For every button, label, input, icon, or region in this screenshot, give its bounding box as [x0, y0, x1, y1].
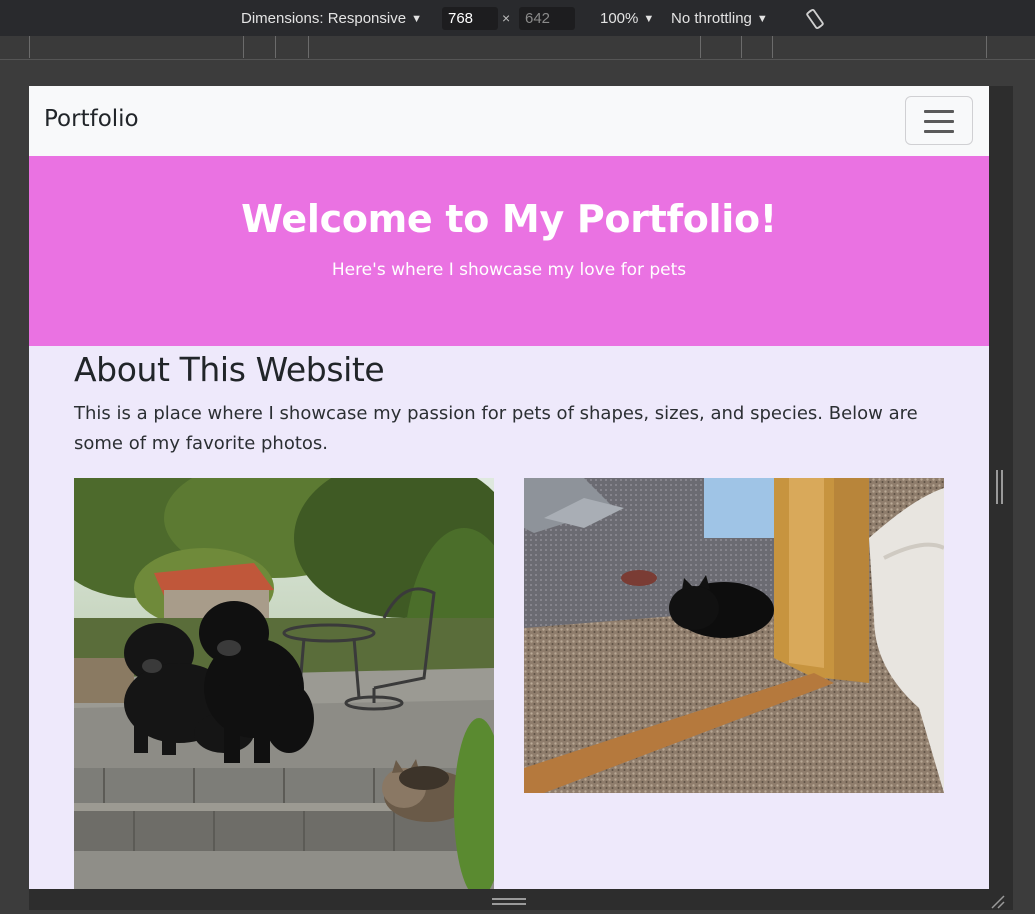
- width-input[interactable]: 768: [442, 7, 498, 30]
- right-resize-handle[interactable]: [996, 470, 1004, 504]
- device-toolbar: Dimensions: Responsive ▼ 768 × 642 100% ▼ …: [0, 0, 1035, 36]
- media-query-ruler[interactable]: [0, 36, 1035, 60]
- throttling-caret-icon: ▼: [756, 13, 768, 25]
- cat-carpet-photo: [524, 478, 944, 793]
- zoom-label: 100%: [600, 10, 639, 27]
- bottom-resize-handle[interactable]: [492, 898, 526, 906]
- about-heading: About This Website: [74, 350, 385, 389]
- ruler-tick: [772, 36, 773, 58]
- dimensions-caret-icon: ▼: [411, 13, 422, 25]
- height-input[interactable]: 642: [519, 7, 575, 30]
- throttling-label: No throttling: [671, 10, 752, 27]
- corner-resize-grip-icon[interactable]: [990, 894, 1006, 910]
- about-paragraph: This is a place where I showcase my pass…: [74, 403, 918, 454]
- times-symbol: ×: [502, 10, 511, 26]
- ruler-tick: [308, 36, 309, 58]
- ruler-tick: [986, 36, 987, 58]
- zoom-caret-icon: ▼: [643, 13, 655, 25]
- dimensions-dropdown[interactable]: Dimensions: Responsive ▼: [241, 0, 422, 36]
- hero-banner: Welcome to My Portfolio! Here's where I …: [29, 156, 989, 346]
- zoom-dropdown[interactable]: 100% ▼: [600, 0, 654, 36]
- hero-subtitle: Here's where I showcase my love for pets: [331, 260, 687, 280]
- navbar-toggler-button[interactable]: [905, 96, 973, 145]
- ruler-tick: [243, 36, 244, 58]
- hero-title: Welcome to My Portfolio!: [241, 197, 777, 241]
- ruler-tick: [700, 36, 701, 58]
- page-viewport: Portfolio Welcome to My Portfolio! Here'…: [29, 86, 989, 889]
- rotate-icon[interactable]: [803, 7, 827, 31]
- navbar-brand[interactable]: Portfolio: [44, 106, 139, 132]
- ruler-tick: [275, 36, 276, 58]
- throttling-dropdown[interactable]: No throttling ▼: [671, 0, 768, 36]
- dogs-patio-photo: [74, 478, 494, 889]
- ruler-tick: [741, 36, 742, 58]
- dimensions-label: Dimensions: Responsive: [241, 10, 407, 27]
- ruler-tick: [29, 36, 30, 58]
- navbar: Portfolio: [29, 86, 989, 156]
